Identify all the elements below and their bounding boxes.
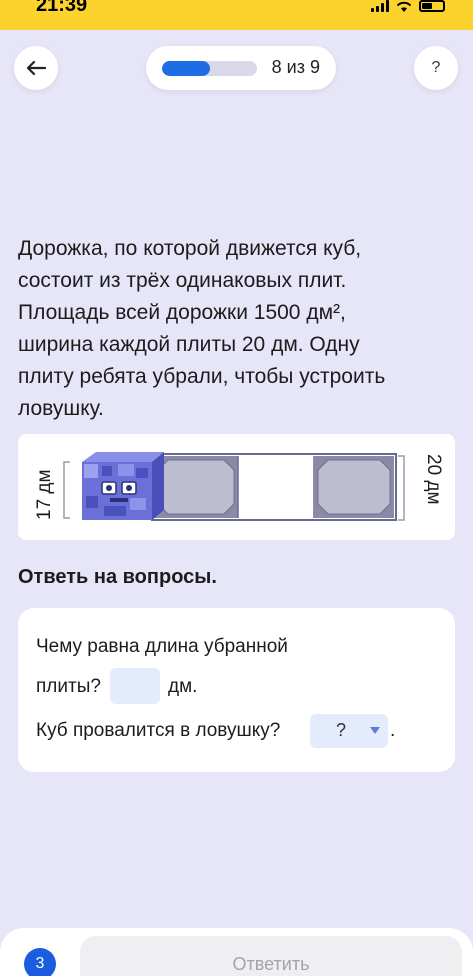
bottom-bar: 3 Ответить [0, 928, 473, 976]
submit-button[interactable]: Ответить [80, 936, 462, 976]
problem-line: Дорожка, по которой движется куб, [18, 237, 362, 260]
cube-character [82, 452, 164, 520]
question-2-text: Куб провалится в ловушку? [36, 720, 281, 741]
dimension-label-right: 20 дм [423, 454, 444, 505]
question-1-text: Чему равна длина убранной [36, 636, 288, 657]
path-illustration: 17 дм 20 дм [18, 434, 455, 540]
plate-left [154, 456, 238, 518]
progress-track [162, 61, 257, 76]
path-diagram [63, 452, 405, 521]
step-badge: 3 [24, 948, 56, 976]
progress-text: 8 из 9 [271, 57, 320, 77]
status-icons [371, 0, 445, 14]
status-bar: 21:39 [0, 0, 473, 30]
help-button[interactable]: ? [414, 46, 458, 90]
problem-line: ширина каждой плиты 20 дм. Одну [18, 333, 360, 356]
wifi-icon [396, 1, 412, 12]
question-card: Чему равна длина убранной плиты? дм. Куб… [18, 608, 455, 772]
status-time: 21:39 [36, 0, 88, 16]
question-1-unit: дм. [168, 676, 198, 697]
problem-line: Площадь всей дорожки 1500 дм², [18, 301, 346, 324]
battery-icon [419, 0, 445, 12]
plate-right [314, 456, 394, 518]
problem-line: ловушку. [18, 397, 104, 420]
signal-icon [371, 0, 389, 12]
progress-indicator: 8 из 9 [146, 46, 336, 90]
question-2-end: . [390, 720, 396, 741]
back-button[interactable] [14, 46, 58, 90]
arrow-left-icon [26, 60, 46, 76]
problem-line: состоит из трёх одинаковых плит. [18, 269, 347, 292]
length-answer-input[interactable] [110, 668, 160, 704]
problem-text: Дорожка, по которой движется куб, состои… [18, 233, 458, 425]
question-1-text-end: плиты? [36, 676, 101, 697]
questions-title: Ответь на вопросы. [18, 566, 217, 588]
problem-line: плиту ребята убрали, чтобы устроить [18, 365, 386, 388]
chevron-down-icon [370, 727, 380, 734]
select-value: ? [336, 720, 347, 740]
trap-answer-select[interactable]: ? [310, 714, 388, 748]
progress-fill [162, 61, 210, 76]
